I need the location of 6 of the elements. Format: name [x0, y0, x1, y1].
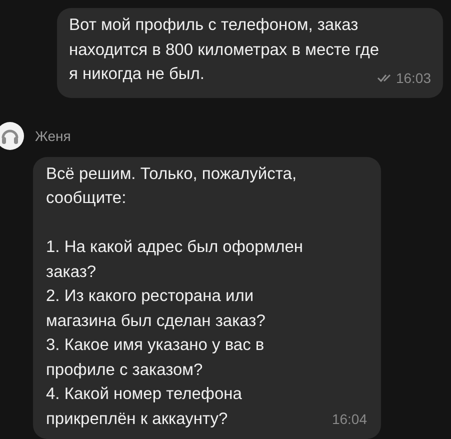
sender-name: Женя [35, 128, 71, 144]
avatar-icon [0, 120, 25, 150]
message-time: 16:03 [396, 70, 431, 86]
message-time: 16:04 [332, 411, 367, 427]
message-text: Вот мой профиль с телефоном, заказ находится в 800 километрах в месте где я никогда не был. [69, 16, 380, 83]
message-text: Всё решим. Только, пожалуйста, сообщите: 1. На какой адрес был оформлен заказ? 2. Из какого ресторана или магазина был сделан заказ? 3. Какое имя указано у вас в профиле с заказом? 4. Какой номер телефона прикреплён к аккаунту? [46, 164, 304, 428]
